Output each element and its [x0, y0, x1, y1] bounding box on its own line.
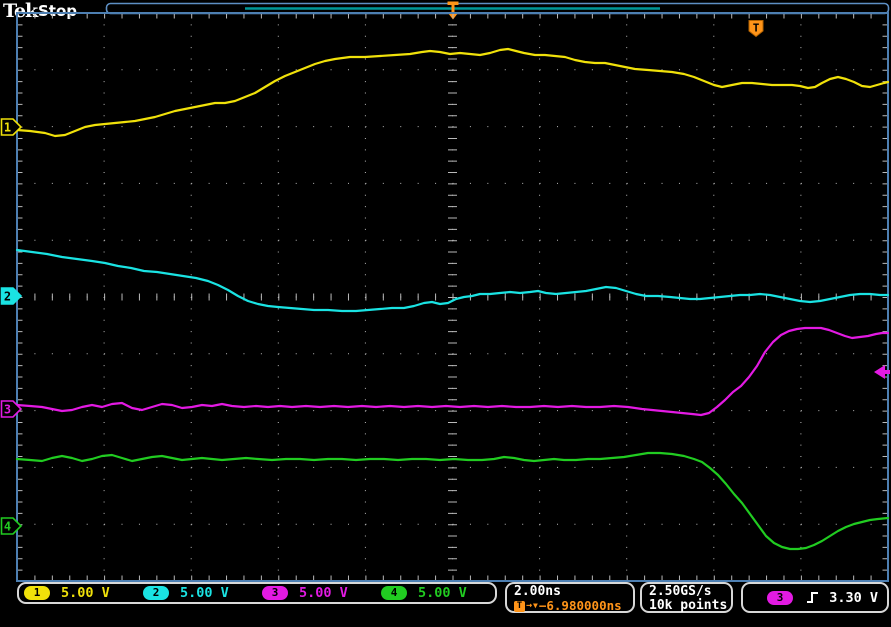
svg-text:1: 1 — [4, 121, 11, 135]
channel-3-readout[interactable]: 3 5.00 V — [257, 585, 376, 601]
waveform-ch3 — [17, 328, 888, 415]
timebase-scale: 2.00ns — [514, 585, 633, 599]
channel-1-badge[interactable]: 1 — [24, 586, 50, 600]
channel-4-badge[interactable]: 4 — [381, 586, 407, 600]
channel-1-scale: 5.00 V — [61, 585, 110, 601]
channel-2-readout[interactable]: 2 5.00 V — [138, 585, 257, 601]
svg-text:T: T — [753, 22, 760, 35]
svg-text:4: 4 — [4, 520, 11, 534]
channel-3-scale: 5.00 V — [299, 585, 348, 601]
trigger-level-value: 3.30 V — [829, 590, 878, 606]
acquisition-readout-box[interactable]: 2.50GS/s 10k points — [640, 582, 733, 613]
scope-display: 1 2 3 4 T — [0, 0, 891, 627]
readout-bar: 1 5.00 V 2 5.00 V 3 5.00 V 4 5.00 V 2.00… — [0, 581, 891, 627]
channel-3-marker[interactable]: 3 — [2, 401, 22, 417]
trigger-point-icon[interactable]: T — [749, 21, 763, 37]
channel-4-readout[interactable]: 4 5.00 V — [376, 585, 495, 601]
delay-arrow-icon: → — [526, 599, 532, 613]
oscilloscope-screen: Tek Stop 1234 T 1 5.00 V — [0, 0, 891, 627]
sample-rate: 2.50GS/s — [649, 585, 731, 599]
trigger-delay-value: −6.980000ns — [539, 599, 622, 613]
channel-3-badge[interactable]: 3 — [262, 586, 288, 600]
trigger-readout-box[interactable]: 3 3.30 V — [741, 582, 889, 613]
trigger-source-badge[interactable]: 3 — [767, 591, 793, 605]
channel-2-marker[interactable]: 2 — [2, 288, 22, 304]
trigger-t-icon: T — [514, 601, 525, 612]
channel-2-scale: 5.00 V — [180, 585, 229, 601]
svg-text:3: 3 — [4, 403, 11, 417]
channel-1-marker[interactable]: 1 — [2, 119, 22, 135]
channel-2-badge[interactable]: 2 — [143, 586, 169, 600]
channel-1-readout[interactable]: 1 5.00 V — [19, 585, 138, 601]
channel-4-scale: 5.00 V — [418, 585, 467, 601]
trigger-delay-readout: T → ▼ −6.980000ns — [514, 599, 633, 613]
channel-4-marker[interactable]: 4 — [2, 518, 22, 534]
timebase-readout-box[interactable]: 2.00ns T → ▼ −6.980000ns — [505, 582, 635, 613]
graticule-grid — [17, 13, 888, 581]
svg-text:2: 2 — [4, 290, 11, 304]
channel-readout-box[interactable]: 1 5.00 V 2 5.00 V 3 5.00 V 4 5.00 V — [17, 582, 497, 604]
waveform-ch1 — [17, 49, 888, 136]
record-length: 10k points — [649, 599, 731, 613]
waveform-ch2 — [17, 250, 888, 311]
rising-edge-icon — [805, 590, 820, 605]
delay-triangle-icon: ▼ — [533, 599, 538, 613]
